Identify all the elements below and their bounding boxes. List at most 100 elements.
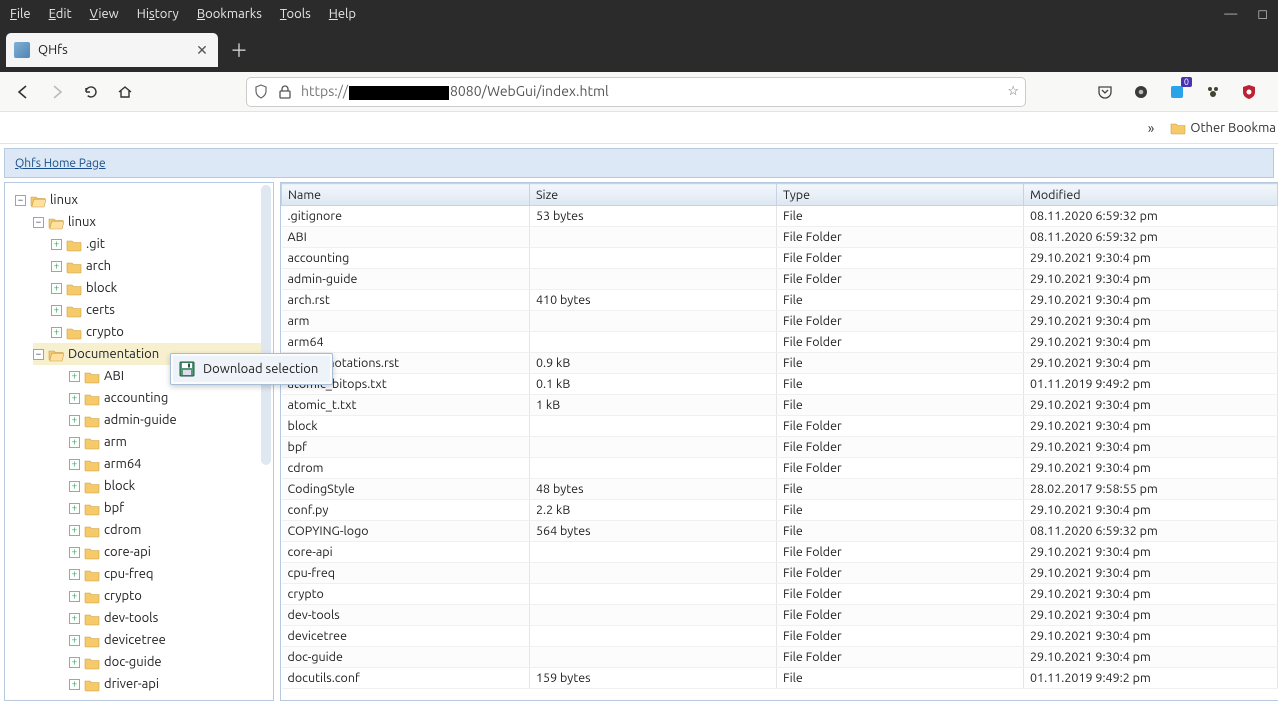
table-row[interactable]: .gitignore53 bytesFile08.11.2020 6:59:32… [282, 206, 1278, 227]
table-row[interactable]: blockFile Folder29.10.2021 9:30:4 pm [282, 416, 1278, 437]
col-name[interactable]: Name [282, 184, 530, 206]
table-row[interactable]: armFile Folder29.10.2021 9:30:4 pm [282, 311, 1278, 332]
expand-icon[interactable]: + [69, 525, 80, 536]
expand-icon[interactable]: + [69, 459, 80, 470]
menu-edit[interactable]: Edit [49, 7, 72, 21]
tree-node-bpf[interactable]: +bpf [69, 497, 271, 519]
table-row[interactable]: atomic_t.txt1 kBFile29.10.2021 9:30:4 pm [282, 395, 1278, 416]
tree-node-driverapi[interactable]: +driver-api [69, 673, 271, 695]
table-row[interactable]: accountingFile Folder29.10.2021 9:30:4 p… [282, 248, 1278, 269]
expand-icon[interactable]: + [51, 327, 62, 338]
expand-icon[interactable]: + [69, 569, 80, 580]
file-grid-panel[interactable]: Name Size Type Modified .gitignore53 byt… [280, 182, 1278, 701]
table-row[interactable]: cdromFile Folder29.10.2021 9:30:4 pm [282, 458, 1278, 479]
table-row[interactable]: arch.rst410 bytesFile29.10.2021 9:30:4 p… [282, 290, 1278, 311]
table-row[interactable]: docutils.conf159 bytesFile01.11.2019 9:4… [282, 668, 1278, 689]
expand-icon[interactable]: + [69, 503, 80, 514]
expand-icon[interactable]: + [69, 437, 80, 448]
table-row[interactable]: cryptoFile Folder29.10.2021 9:30:4 pm [282, 584, 1278, 605]
breadcrumb-home-link[interactable]: Qhfs Home Page [15, 157, 106, 170]
nav-reload-button[interactable] [78, 79, 104, 105]
menu-bookmarks[interactable]: Bookmarks [197, 7, 262, 21]
menu-help[interactable]: Help [329, 7, 356, 21]
window-minimize-icon[interactable]: — [1224, 7, 1237, 22]
extension-paw-icon[interactable] [1204, 83, 1222, 101]
expand-icon[interactable]: + [69, 371, 80, 382]
url-bar[interactable]: https://8080/WebGui/index.html ☆ [246, 77, 1026, 107]
lock-icon[interactable] [277, 84, 293, 100]
expand-icon[interactable]: + [51, 283, 62, 294]
tree-node-certs[interactable]: +certs [51, 299, 271, 321]
table-row[interactable]: asm-annotations.rst0.9 kBFile29.10.2021 … [282, 353, 1278, 374]
expand-icon[interactable]: + [69, 481, 80, 492]
pocket-icon[interactable] [1096, 83, 1114, 101]
tree-node-devicetree[interactable]: +devicetree [69, 629, 271, 651]
tree-node-docguide[interactable]: +doc-guide [69, 651, 271, 673]
table-row[interactable]: conf.py2.2 kBFile29.10.2021 9:30:4 pm [282, 500, 1278, 521]
tree-node-arm[interactable]: +arm [69, 431, 271, 453]
collapse-icon[interactable]: − [33, 217, 44, 228]
collapse-icon[interactable]: − [15, 195, 26, 206]
expand-icon[interactable]: + [51, 261, 62, 272]
tree-node-git[interactable]: +.git [51, 233, 271, 255]
col-type[interactable]: Type [777, 184, 1024, 206]
expand-icon[interactable]: + [69, 547, 80, 558]
context-download-selection[interactable]: Download selection [173, 356, 330, 382]
tree-node-crypto2[interactable]: +crypto [69, 585, 271, 607]
table-row[interactable]: atomic_bitops.txt0.1 kBFile01.11.2019 9:… [282, 374, 1278, 395]
expand-icon[interactable]: + [69, 591, 80, 602]
tab-close-icon[interactable]: ✕ [194, 42, 210, 58]
tree-node-adminguide[interactable]: +admin-guide [69, 409, 271, 431]
tree-node-block2[interactable]: +block [69, 475, 271, 497]
tree-node-arch[interactable]: +arch [51, 255, 271, 277]
expand-icon[interactable]: + [69, 635, 80, 646]
tree-node-devtools[interactable]: +dev-tools [69, 607, 271, 629]
tracking-shield-icon[interactable] [253, 84, 269, 100]
tree-node-crypto[interactable]: +crypto [51, 321, 271, 343]
menu-file[interactable]: File [10, 7, 31, 21]
collapse-icon[interactable]: − [33, 349, 44, 360]
tree-node-cpufreq[interactable]: +cpu-freq [69, 563, 271, 585]
tree-node-linux[interactable]: −linux [15, 189, 271, 211]
expand-icon[interactable]: + [69, 415, 80, 426]
tree-node-arm64[interactable]: +arm64 [69, 453, 271, 475]
menu-tools[interactable]: Tools [280, 7, 311, 21]
expand-icon[interactable]: + [69, 393, 80, 404]
nav-back-button[interactable] [10, 79, 36, 105]
table-row[interactable]: doc-guideFile Folder29.10.2021 9:30:4 pm [282, 647, 1278, 668]
tree-node-block[interactable]: +block [51, 277, 271, 299]
extension-dark-icon[interactable] [1132, 83, 1150, 101]
table-row[interactable]: arm64File Folder29.10.2021 9:30:4 pm [282, 332, 1278, 353]
table-row[interactable]: devicetreeFile Folder29.10.2021 9:30:4 p… [282, 626, 1278, 647]
tree-node-coreapi[interactable]: +core-api [69, 541, 271, 563]
table-row[interactable]: ABIFile Folder08.11.2020 6:59:32 pm [282, 227, 1278, 248]
expand-icon[interactable]: + [69, 613, 80, 624]
nav-home-button[interactable] [112, 79, 138, 105]
expand-icon[interactable]: + [69, 679, 80, 690]
tree-node-linux-inner[interactable]: −linux [33, 211, 271, 233]
table-row[interactable]: CodingStyle48 bytesFile28.02.2017 9:58:5… [282, 479, 1278, 500]
bookbar-other-folder[interactable]: Other Bookma [1164, 121, 1278, 135]
ublock-icon[interactable] [1240, 83, 1258, 101]
nav-forward-button[interactable] [44, 79, 70, 105]
window-maximize-icon[interactable]: ◻ [1257, 7, 1268, 22]
extension-blue-icon[interactable]: 0 [1168, 83, 1186, 101]
tab-qhfs[interactable]: QHfs ✕ [6, 33, 218, 67]
table-row[interactable]: COPYING-logo564 bytesFile08.11.2020 6:59… [282, 521, 1278, 542]
table-row[interactable]: admin-guideFile Folder29.10.2021 9:30:4 … [282, 269, 1278, 290]
table-row[interactable]: cpu-freqFile Folder29.10.2021 9:30:4 pm [282, 563, 1278, 584]
folder-tree-panel[interactable]: −linux −linux +.git+arch+block+certs+cry… [4, 182, 274, 701]
expand-icon[interactable]: + [69, 657, 80, 668]
bookmark-star-icon[interactable]: ☆ [1007, 84, 1019, 99]
new-tab-button[interactable]: ＋ [226, 37, 252, 63]
table-row[interactable]: core-apiFile Folder29.10.2021 9:30:4 pm [282, 542, 1278, 563]
menu-history[interactable]: History [137, 7, 179, 21]
bookbar-overflow-icon[interactable]: » [1148, 120, 1155, 136]
tree-node-accounting[interactable]: +accounting [69, 387, 271, 409]
table-row[interactable]: dev-toolsFile Folder29.10.2021 9:30:4 pm [282, 605, 1278, 626]
menu-view[interactable]: View [90, 7, 119, 21]
col-modified[interactable]: Modified [1024, 184, 1278, 206]
table-row[interactable]: bpfFile Folder29.10.2021 9:30:4 pm [282, 437, 1278, 458]
expand-icon[interactable]: + [51, 305, 62, 316]
expand-icon[interactable]: + [51, 239, 62, 250]
